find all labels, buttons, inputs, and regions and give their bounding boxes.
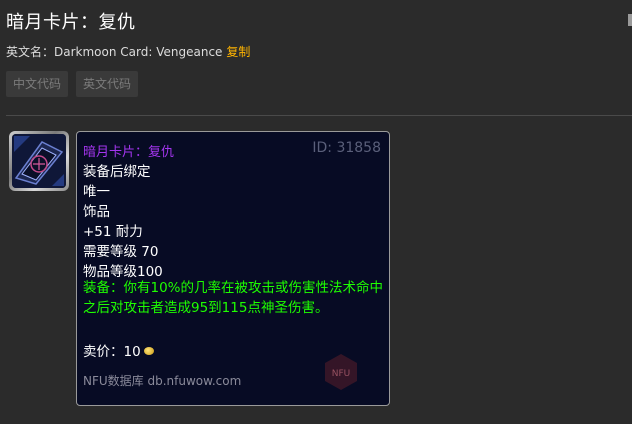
gold-coin-icon (143, 347, 154, 355)
nfu-logo-watermark: NFU (321, 352, 361, 392)
item-icon-frame[interactable] (9, 131, 69, 191)
bind-text: 装备后绑定 (83, 164, 151, 180)
english-name-value: Darkmoon Card: Vengeance (54, 45, 223, 59)
unique-text: 唯一 (83, 184, 110, 200)
item-id: ID: 31858 (312, 140, 381, 156)
divider (6, 115, 632, 116)
slot-text: 饰品 (83, 204, 110, 220)
english-code-button[interactable]: 英文代码 (76, 71, 138, 97)
english-name-line: 英文名：Darkmoon Card: Vengeance 复制 (6, 43, 250, 60)
item-level: 物品等级100 (83, 264, 163, 280)
sell-price-label: 卖价： (83, 344, 124, 360)
scroll-edge (628, 14, 632, 26)
english-name-label: 英文名： (6, 45, 55, 59)
nfu-logo-text: NFU (332, 369, 351, 379)
item-tooltip: 暗月卡片：复仇 ID: 31858 装备后绑定 唯一 饰品 +51 耐力 需要等… (76, 131, 390, 406)
page-title: 暗月卡片：复仇 (6, 12, 136, 33)
footer-source: NFU数据库 db.nfuwow.com (83, 374, 242, 388)
stat-text: +51 耐力 (83, 224, 143, 240)
darkmoon-card-icon (12, 134, 66, 188)
sell-price: 卖价：10 (83, 340, 154, 360)
copy-link[interactable]: 复制 (226, 45, 250, 59)
sell-price-value: 10 (123, 344, 141, 360)
chinese-code-button[interactable]: 中文代码 (6, 71, 68, 97)
required-level: 需要等级 70 (83, 244, 159, 260)
equip-effect: 装备：你有10%的几率在被攻击或伤害性法术命中之后对攻击者造成95到115点神圣… (83, 280, 384, 316)
item-name: 暗月卡片：复仇 (83, 145, 175, 160)
